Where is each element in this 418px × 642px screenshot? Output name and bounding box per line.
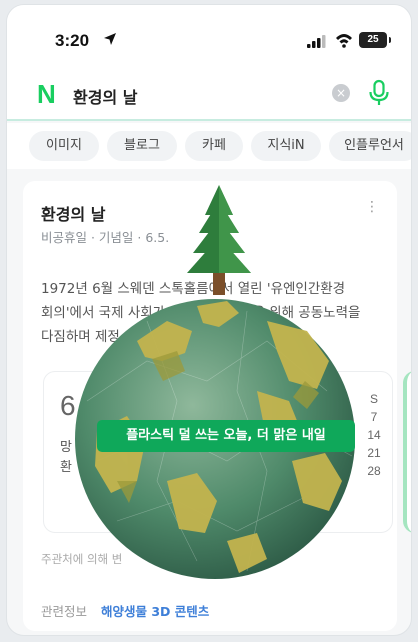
calendar-sunday-column: S 7 14 21 28 <box>364 390 384 480</box>
campaign-banner[interactable]: 플라스틱 덜 쓰는 오늘, 더 맑은 내일 <box>97 420 355 452</box>
status-bar: 3:20 25 <box>7 5 411 69</box>
tab-images[interactable]: 이미지 <box>29 131 99 161</box>
tab-influencer[interactable]: 인플루언서 <box>329 131 411 161</box>
search-bar[interactable]: N 환경의 날 × <box>7 69 411 121</box>
calendar-day[interactable]: 14 <box>364 426 384 444</box>
calendar-day[interactable]: 21 <box>364 444 384 462</box>
more-options-icon[interactable]: ⋮ <box>365 199 379 215</box>
tab-cafe[interactable]: 카페 <box>185 131 243 161</box>
phone-screen: 3:20 25 N 환경의 날 × 이미지 블로그 카페 지식iN 인플루언서 … <box>6 4 412 636</box>
status-time: 3:20 <box>55 31 90 50</box>
tab-knowledge-in[interactable]: 지식iN <box>251 131 321 161</box>
microphone-icon[interactable] <box>367 79 391 107</box>
search-input[interactable]: 환경의 날 <box>73 84 137 108</box>
day-header: S <box>369 392 378 406</box>
calendar-day[interactable]: 7 <box>364 408 384 426</box>
clear-search-button[interactable]: × <box>332 84 350 102</box>
battery-icon: 25 <box>359 32 391 48</box>
signal-icon <box>307 35 326 48</box>
calendar-day[interactable]: 28 <box>364 462 384 480</box>
search-tabs: 이미지 블로그 카페 지식iN 인플루언서 <box>7 123 411 169</box>
naver-logo[interactable]: N <box>37 81 56 107</box>
earth-globe-illustration[interactable] <box>67 181 367 581</box>
related-info-link[interactable]: 해양생물 3D 콘텐츠 <box>101 601 209 620</box>
next-card-peek[interactable] <box>403 371 411 533</box>
wifi-icon <box>336 34 352 48</box>
location-arrow-icon <box>104 33 116 45</box>
related-info-label: 관련정보 <box>41 604 88 619</box>
tab-blog[interactable]: 블로그 <box>107 131 177 161</box>
